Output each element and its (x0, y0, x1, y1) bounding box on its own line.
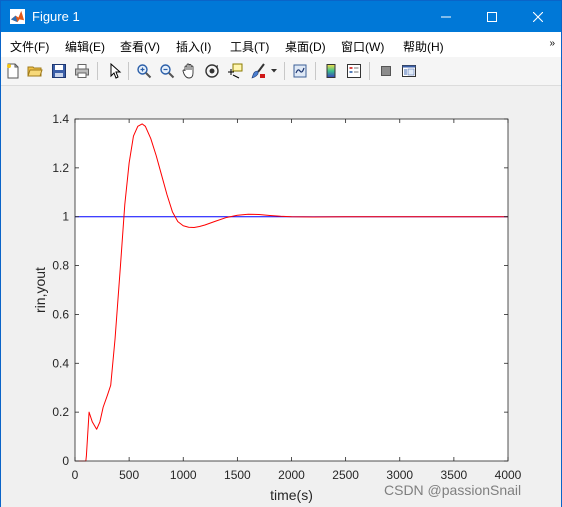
hide-plot-tools-icon (381, 66, 391, 76)
x-tick-label: 1000 (170, 468, 197, 482)
x-tick-label: 0 (72, 468, 79, 482)
x-tick-label: 3000 (386, 468, 413, 482)
figure-window: Figure 1 文件(F) 编辑(E) 查看(V) 插入(I) 工具(T) 桌… (0, 0, 562, 507)
brush-icon (251, 63, 265, 79)
menu-view[interactable]: 查看(V) (120, 38, 160, 55)
minimize-icon (441, 16, 451, 17)
toolbar-separator (284, 62, 285, 80)
watermark: CSDN @passionSnail (384, 482, 522, 498)
hide-plot-tools-button[interactable] (376, 61, 396, 81)
rotate-3d-button[interactable] (202, 61, 222, 81)
menu-bar: 文件(F) 编辑(E) 查看(V) 插入(I) 工具(T) 桌面(D) 窗口(W… (1, 32, 561, 57)
legend-icon (347, 64, 361, 78)
chevron-down-icon (271, 69, 277, 73)
new-figure-button[interactable] (3, 61, 23, 81)
y-tick-label: 1 (62, 210, 69, 224)
print-icon (75, 64, 89, 78)
maximize-button[interactable] (469, 1, 515, 32)
zoom-in-button[interactable] (134, 61, 154, 81)
toolbar-separator (315, 62, 316, 80)
menu-file[interactable]: 文件(F) (10, 38, 49, 55)
toolbar-separator (97, 62, 98, 80)
y-tick-label: 0 (62, 454, 69, 468)
zoom-out-icon (160, 64, 175, 79)
zoom-out-button[interactable] (157, 61, 177, 81)
colorbar-icon (326, 64, 336, 78)
y-tick-label: 0.4 (52, 356, 69, 370)
new-figure-icon (7, 63, 19, 79)
menu-help[interactable]: 帮助(H) (403, 38, 444, 55)
toolbar (1, 57, 561, 86)
maximize-icon (487, 11, 497, 22)
print-button[interactable] (72, 61, 92, 81)
data-cursor-icon (228, 63, 243, 79)
menu-desktop[interactable]: 桌面(D) (285, 38, 326, 55)
x-tick-label: 1500 (224, 468, 251, 482)
double-chevron-icon[interactable]: » (549, 38, 555, 49)
x-tick-label: 2000 (278, 468, 305, 482)
x-axis-label: time(s) (270, 487, 313, 503)
colorbar-button[interactable] (321, 61, 341, 81)
y-tick-label: 1.4 (52, 112, 69, 126)
x-tick-label: 2500 (332, 468, 359, 482)
toolbar-separator (128, 62, 129, 80)
y-tick-label: 0.2 (52, 405, 69, 419)
close-icon (533, 11, 543, 22)
legend-button[interactable] (344, 61, 364, 81)
y-tick-label: 0.6 (52, 307, 69, 321)
save-button[interactable] (49, 61, 69, 81)
line-chart[interactable]: 0 500 1000 1500 2000 2500 3000 3500 4000 0 0.2 0.4 0… (1, 87, 561, 507)
open-file-icon (27, 66, 43, 77)
link-plot-icon (293, 64, 307, 78)
close-button[interactable] (515, 1, 561, 32)
link-plot-button[interactable] (290, 61, 310, 81)
minimize-button[interactable] (423, 1, 469, 32)
zoom-in-icon (137, 64, 152, 79)
y-axis-label: rin,yout (32, 267, 48, 313)
y-tick-label: 1.2 (52, 161, 69, 175)
window-title: Figure 1 (32, 9, 80, 24)
title-bar[interactable]: Figure 1 (1, 1, 561, 32)
menu-edit[interactable]: 编辑(E) (65, 38, 105, 55)
y-tick-label: 0.8 (52, 259, 69, 273)
brush-button[interactable] (248, 61, 268, 81)
data-cursor-button[interactable] (225, 61, 245, 81)
show-plot-tools-button[interactable] (399, 61, 419, 81)
menu-window[interactable]: 窗口(W) (341, 38, 384, 55)
pan-icon (182, 63, 194, 79)
matlab-logo-icon (10, 9, 25, 24)
pan-button[interactable] (179, 61, 199, 81)
x-tick-label: 4000 (495, 468, 522, 482)
toolbar-separator (369, 62, 370, 80)
menu-tools[interactable]: 工具(T) (230, 38, 269, 55)
save-icon (52, 64, 66, 78)
x-tick-label: 3500 (441, 468, 468, 482)
pointer-button[interactable] (105, 61, 125, 81)
pointer-icon (110, 63, 122, 79)
plot-area (75, 119, 508, 461)
x-tick-label: 500 (119, 468, 139, 482)
menu-insert[interactable]: 插入(I) (176, 38, 211, 55)
show-plot-tools-icon (402, 65, 416, 77)
brush-dropdown[interactable] (268, 61, 280, 81)
open-file-button[interactable] (25, 61, 45, 81)
rotate-3d-icon (205, 64, 219, 78)
